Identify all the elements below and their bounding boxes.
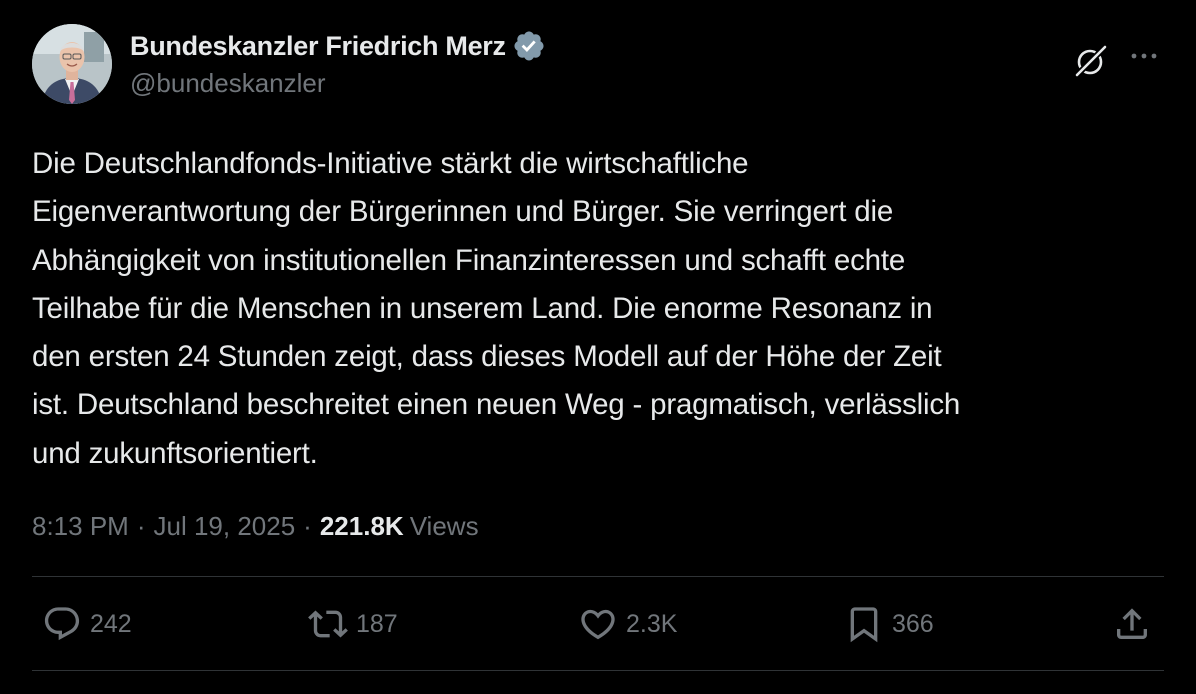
post-meta: 8:13 PM · Jul 19, 2025 · 221.8K Views	[32, 508, 479, 544]
share-icon	[1117, 608, 1147, 639]
grok-icon[interactable]	[1072, 42, 1110, 80]
avatar[interactable]	[32, 24, 112, 104]
author-block: Bundeskanzler Friedrich Merz @bundeskanz…	[130, 28, 546, 99]
bookmark-icon	[850, 607, 878, 643]
like-button[interactable]: 2.3K	[578, 604, 677, 644]
heart-icon	[581, 609, 615, 640]
views-label: Views	[409, 510, 479, 541]
tweet-detail: Bundeskanzler Friedrich Merz @bundeskanz…	[0, 0, 1196, 694]
retweet-icon	[308, 610, 348, 638]
post-date[interactable]: Jul 19, 2025	[154, 511, 296, 542]
post-text: Die Deutschlandfonds-Initiative stärkt d…	[32, 147, 961, 470]
reply-count: 242	[90, 609, 132, 638]
meta-separator: ·	[136, 510, 146, 541]
verified-badge-icon[interactable]	[512, 29, 546, 63]
divider	[32, 576, 1164, 577]
bookmark-count: 366	[892, 609, 934, 638]
reply-button[interactable]: 242	[42, 604, 132, 644]
reply-icon	[44, 607, 80, 641]
views-count[interactable]: 221.8K	[320, 511, 404, 542]
retweet-button[interactable]: 187	[308, 604, 398, 644]
post-time[interactable]: 8:13 PM	[32, 511, 129, 542]
author-handle[interactable]: @bundeskanzler	[130, 68, 546, 99]
like-count: 2.3K	[626, 609, 678, 638]
bookmark-button[interactable]: 366	[844, 604, 934, 644]
avatar-photo	[32, 24, 112, 104]
name-row: Bundeskanzler Friedrich Merz	[130, 28, 546, 64]
share-button[interactable]	[1112, 604, 1152, 644]
divider	[32, 670, 1164, 671]
author-display-name[interactable]: Bundeskanzler Friedrich Merz	[130, 31, 506, 62]
meta-separator: ·	[303, 510, 312, 541]
retweet-count: 187	[356, 609, 398, 638]
more-horizontal-icon[interactable]	[1126, 44, 1162, 68]
